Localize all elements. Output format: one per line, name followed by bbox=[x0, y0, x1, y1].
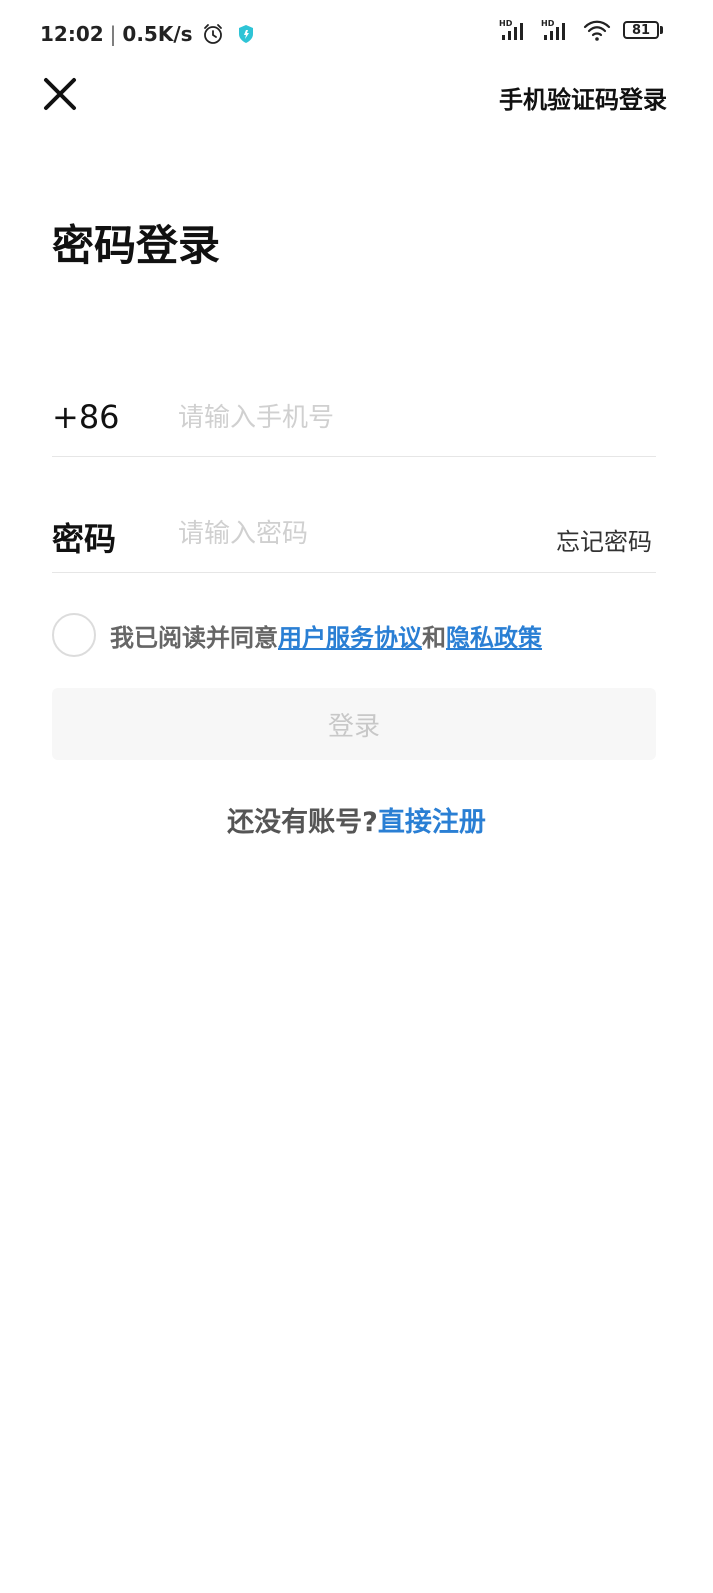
status-separator: | bbox=[109, 22, 117, 46]
country-code[interactable]: +86 bbox=[52, 398, 120, 436]
signal-hd-icon: HD bbox=[499, 18, 529, 42]
privacy-link[interactable]: 隐私政策 bbox=[446, 618, 542, 653]
status-bar: 12:02 | 0.5K/s HD HD 81 bbox=[0, 0, 713, 70]
terms-link[interactable]: 用户服务协议 bbox=[278, 618, 422, 653]
close-icon bbox=[44, 78, 76, 110]
phone-input[interactable] bbox=[178, 398, 518, 438]
register-row: 还没有账号?直接注册 bbox=[0, 800, 713, 839]
battery-level: 81 bbox=[623, 21, 659, 39]
agreement-row: 我已阅读并同意 用户服务协议 和 隐私政策 bbox=[52, 612, 542, 658]
password-label: 密码 bbox=[52, 520, 117, 558]
svg-text:HD: HD bbox=[499, 19, 513, 28]
phone-field-row: +86 bbox=[52, 384, 656, 457]
register-link[interactable]: 直接注册 bbox=[378, 807, 486, 838]
login-button[interactable]: 登录 bbox=[52, 688, 656, 760]
signal-hd-icon: HD bbox=[541, 18, 571, 42]
battery-tip bbox=[660, 26, 663, 34]
password-field-row: 密码 忘记密码 bbox=[52, 500, 656, 573]
agreement-conjunction: 和 bbox=[422, 623, 446, 652]
forgot-password-link[interactable]: 忘记密码 bbox=[556, 522, 652, 557]
net-speed: 0.5K/s bbox=[122, 22, 193, 46]
status-right: HD HD 81 bbox=[499, 18, 665, 42]
svg-text:HD: HD bbox=[541, 19, 555, 28]
agreement-checkbox[interactable] bbox=[52, 613, 96, 657]
password-input[interactable] bbox=[178, 514, 518, 554]
status-time: 12:02 bbox=[40, 22, 104, 46]
page-title: 密码登录 bbox=[52, 221, 221, 270]
alarm-icon bbox=[201, 22, 225, 46]
sms-login-link[interactable]: 手机验证码登录 bbox=[499, 80, 667, 115]
shield-icon bbox=[237, 24, 255, 44]
agreement-prefix: 我已阅读并同意 bbox=[110, 623, 278, 652]
register-prompt: 还没有账号? bbox=[227, 807, 378, 838]
status-left: 12:02 | 0.5K/s bbox=[40, 22, 255, 46]
close-button[interactable] bbox=[40, 74, 80, 114]
wifi-icon bbox=[583, 18, 611, 42]
battery-icon: 81 bbox=[623, 20, 665, 40]
